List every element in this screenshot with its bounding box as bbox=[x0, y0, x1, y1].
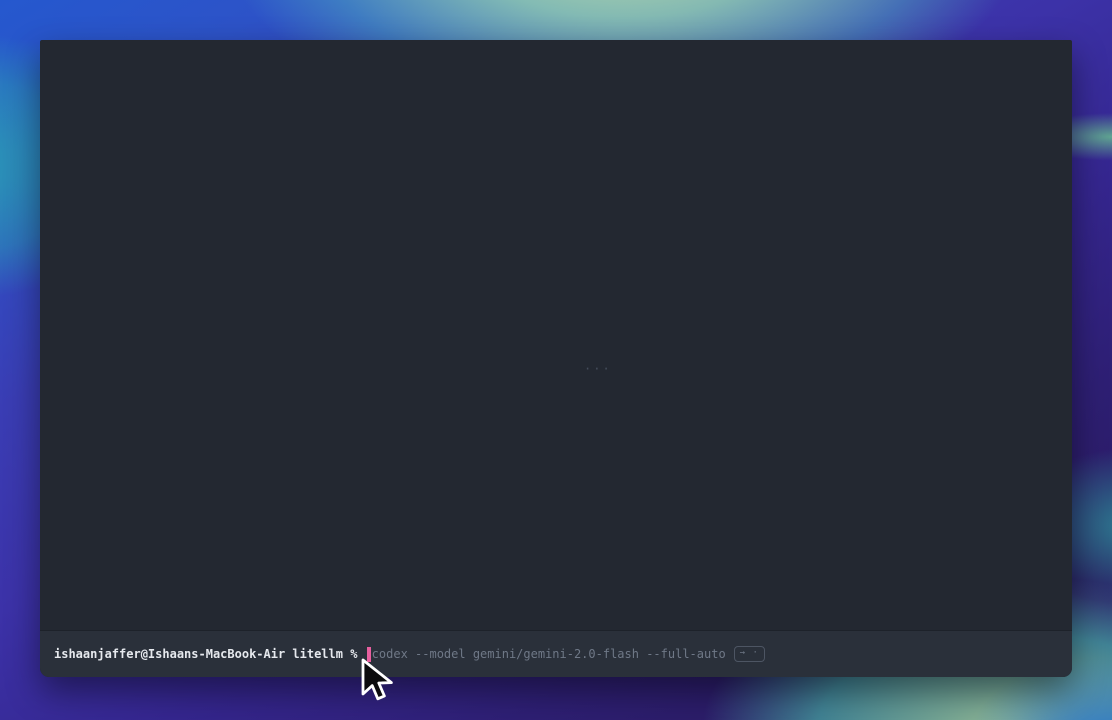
terminal-output-area[interactable]: ··· bbox=[40, 40, 1072, 630]
autosuggestion-text: codex --model gemini/gemini-2.0-flash --… bbox=[372, 646, 726, 662]
shell-prompt: ishaanjaffer@Ishaans-MacBook-Air litellm… bbox=[54, 646, 357, 662]
accept-suggestion-hint-badge: → · bbox=[734, 646, 765, 662]
loading-dots: ··· bbox=[584, 362, 612, 376]
terminal-input-bar[interactable]: ishaanjaffer@Ishaans-MacBook-Air litellm… bbox=[40, 630, 1072, 677]
terminal-window[interactable]: ··· ishaanjaffer@Ishaans-MacBook-Air lit… bbox=[40, 40, 1072, 677]
text-cursor-caret bbox=[367, 647, 371, 662]
prompt-space bbox=[357, 646, 364, 662]
